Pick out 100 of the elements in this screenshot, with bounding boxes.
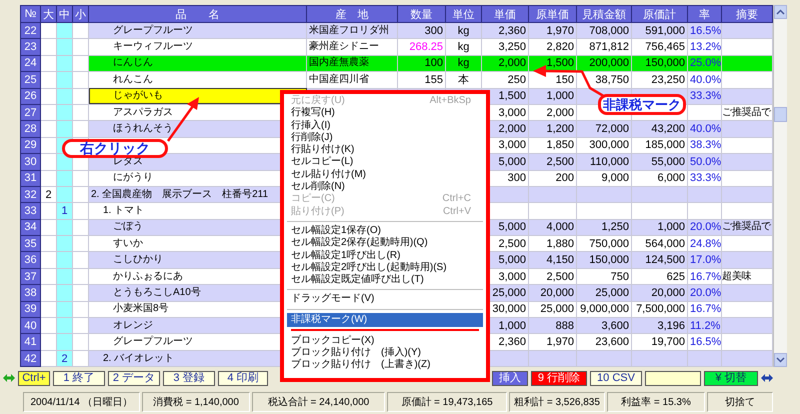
table-cell: 7,500,000: [632, 301, 688, 318]
table-cell: 23,250: [632, 72, 688, 88]
table-cell: 4,150: [528, 252, 576, 268]
column-header[interactable]: 原単価: [528, 6, 576, 22]
function-key-button[interactable]: 1 終了: [53, 370, 105, 386]
column-header[interactable]: 単位: [446, 6, 482, 22]
column-header[interactable]: 小: [72, 6, 88, 22]
column-header[interactable]: 産 地: [306, 6, 398, 22]
table-cell: 3,196: [632, 318, 688, 334]
column-header[interactable]: №: [20, 6, 40, 22]
table-cell: [632, 202, 688, 220]
table-cell: [722, 252, 772, 268]
scroll-up-button[interactable]: [774, 5, 787, 19]
table-cell: 豪州産シドニー: [306, 38, 398, 56]
table-cell: kg: [446, 22, 482, 39]
function-key-button[interactable]: ¥ 切替: [704, 370, 758, 386]
table-cell: 1,200: [528, 120, 576, 138]
table-cell: 3,250: [482, 38, 528, 56]
row-number: 40: [20, 318, 40, 334]
table-cell: 20.0%: [688, 284, 722, 302]
table-cell: 33.3%: [688, 170, 722, 186]
status-field: 利益率 = 15.3%: [607, 392, 705, 412]
table-cell: [722, 202, 772, 220]
table-cell: 16.7%: [688, 268, 722, 285]
table-cell: 20.0%: [688, 219, 722, 236]
scroll-thumb[interactable]: [774, 107, 787, 122]
table-cell: 19,700: [632, 334, 688, 350]
table-cell: [722, 350, 772, 367]
column-header[interactable]: 数量: [398, 6, 446, 22]
table-cell: [722, 72, 772, 88]
callout-label: 非課税マーク: [598, 94, 686, 115]
double-arrow-icon[interactable]: [761, 373, 773, 383]
column-header[interactable]: 見積金額: [576, 6, 632, 22]
column-header[interactable]: 大: [40, 6, 56, 22]
table-cell: 13.2%: [688, 38, 722, 56]
row-number: 37: [20, 268, 40, 285]
function-key-button[interactable]: Ctrl+: [18, 370, 50, 386]
table-cell: 9,000,000: [576, 301, 632, 318]
table-cell: 9,000: [576, 170, 632, 186]
table-cell: [722, 301, 772, 318]
scroll-down-button[interactable]: [774, 353, 787, 367]
table-cell: [688, 186, 722, 203]
table-cell: 300: [398, 22, 446, 39]
function-key-button[interactable]: [645, 370, 701, 386]
function-key-button[interactable]: 9 行削除: [531, 370, 587, 386]
row-number: 38: [20, 284, 40, 302]
table-cell: [722, 22, 772, 39]
row-number: 42: [20, 350, 40, 367]
column-header[interactable]: 原価計: [632, 6, 688, 22]
function-key-button[interactable]: 4 印刷: [218, 370, 268, 386]
column-header[interactable]: 摘要: [722, 6, 772, 22]
table-cell: [576, 350, 632, 367]
column-header[interactable]: 品 名: [88, 6, 306, 22]
table-cell: 2,360: [482, 22, 528, 39]
table-cell: 1,250: [576, 219, 632, 236]
row-number: 26: [20, 88, 40, 104]
table-cell: [722, 38, 772, 56]
table-cell: [528, 186, 576, 203]
column-header[interactable]: 中: [56, 6, 72, 22]
table-cell: キーウィフルーツ: [88, 38, 306, 56]
function-key-button[interactable]: 3 登録: [163, 370, 215, 386]
table-cell: [528, 350, 576, 367]
table-cell: [722, 318, 772, 334]
scrollbar[interactable]: [773, 5, 787, 367]
status-field: 消費税 = 1,140,000: [142, 392, 250, 412]
row-number: 36: [20, 252, 40, 268]
row-number: 22: [20, 22, 40, 39]
table-cell: [528, 202, 576, 220]
table-cell: 185,000: [632, 137, 688, 154]
table-cell: 16.5%: [688, 334, 722, 350]
function-key-button[interactable]: 2 データ: [108, 370, 160, 386]
table-cell: 20,000: [528, 284, 576, 302]
table-cell: 200: [528, 170, 576, 186]
row-number: 34: [20, 219, 40, 236]
menu-item[interactable]: 行貼り付け(K): [287, 144, 483, 156]
table-cell: kg: [446, 38, 482, 56]
table-cell: 100: [398, 55, 446, 72]
table-cell: 2,500: [528, 268, 576, 285]
table-cell: 55,000: [632, 154, 688, 170]
table-cell: れんこん: [88, 72, 306, 88]
table-cell: [722, 236, 772, 252]
table-cell: 756,465: [632, 38, 688, 56]
table-cell: 米国産フロリダ州: [306, 22, 398, 39]
function-key-button[interactable]: 10 CSV: [590, 370, 642, 386]
table-cell: 591,000: [632, 22, 688, 39]
table-cell: 16.7%: [688, 301, 722, 318]
table-cell: 24.8%: [688, 236, 722, 252]
row-number: 35: [20, 236, 40, 252]
column-header[interactable]: 率: [688, 6, 722, 22]
table-cell: 268.25: [398, 38, 446, 56]
table-cell: 110,000: [576, 154, 632, 170]
table-cell: 25,000: [576, 284, 632, 302]
table-cell: [632, 186, 688, 203]
function-key-button[interactable]: 挿入: [492, 370, 528, 386]
row-number: 39: [20, 301, 40, 318]
column-header[interactable]: 単価: [482, 6, 528, 22]
table-cell: 1,850: [528, 137, 576, 154]
table-cell: 150,000: [632, 55, 688, 72]
row-number: 27: [20, 104, 40, 121]
table-cell: 1,880: [528, 236, 576, 252]
